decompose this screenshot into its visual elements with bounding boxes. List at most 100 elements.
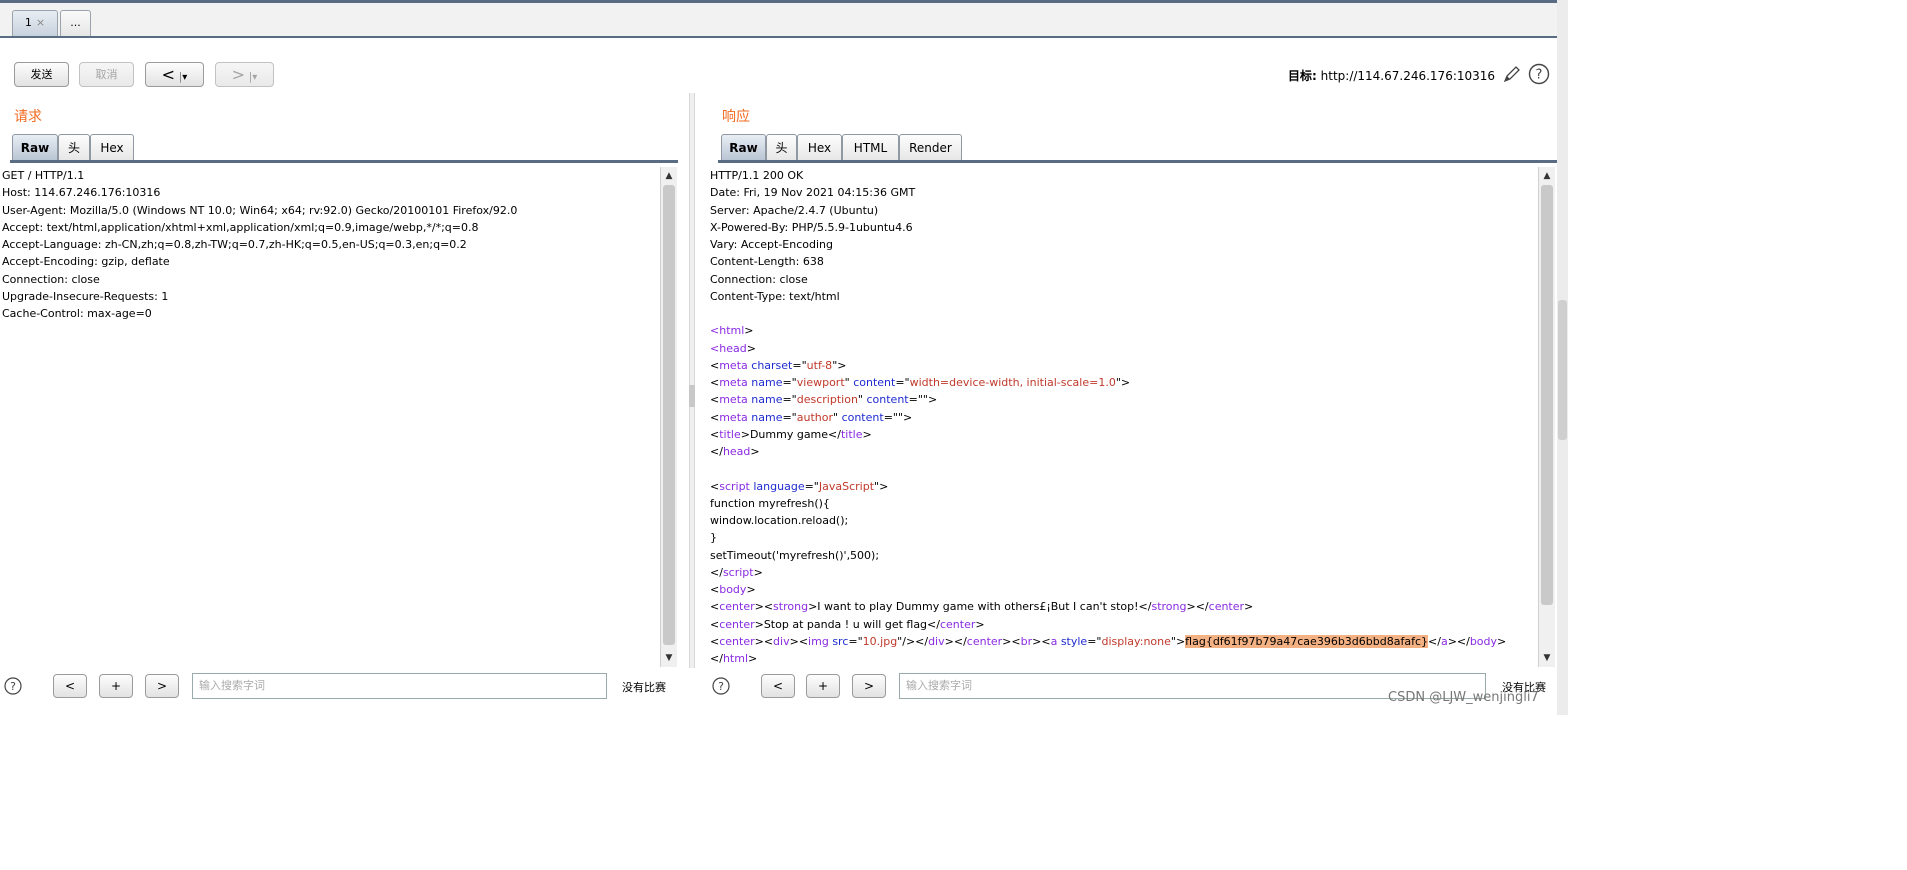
request-editor[interactable]: GET / HTTP/1.1 Host: 114.67.246.176:10316… <box>2 167 658 667</box>
code-token: content <box>841 410 884 424</box>
response-line: <center>Stop at panda ! u will get flag<… <box>710 616 1536 633</box>
code-token: =" <box>782 376 797 389</box>
code-token: content <box>866 393 909 407</box>
code-token: > <box>975 617 985 631</box>
code-token: =" <box>1087 634 1102 648</box>
send-button[interactable]: 发送 <box>14 62 69 87</box>
scroll-thumb[interactable] <box>1541 185 1553 605</box>
code-token: strong <box>1151 600 1187 614</box>
request-scrollbar[interactable]: ▲ ▼ <box>660 167 677 667</box>
svg-text:?: ? <box>10 680 16 693</box>
code-token: script <box>719 479 750 493</box>
tab-hex[interactable]: Hex <box>797 134 842 161</box>
response-line: Server: Apache/2.4.7 (Ubuntu) <box>710 202 1536 219</box>
response-editor[interactable]: HTTP/1.1 200 OK Date: Fri, 19 Nov 2021 04… <box>710 167 1536 667</box>
code-token: div <box>928 634 945 648</box>
tab-hex[interactable]: Hex <box>90 134 134 161</box>
tab-strip-divider <box>0 36 1560 38</box>
highlighted-match: flag{df61f97b79a47cae396b3d6bbd8afafc} <box>1185 634 1428 648</box>
code-token: >I want to play Dummy game with others£¡… <box>808 600 1152 614</box>
code-token: " <box>844 376 854 389</box>
code-token: "> <box>874 479 889 493</box>
code-token: >Stop at panda ! u will get flag</ <box>754 617 940 631</box>
response-line: setTimeout('myrefresh()',500); <box>710 547 1536 564</box>
close-icon[interactable]: × <box>36 16 45 29</box>
code-token: JavaScript <box>818 479 875 493</box>
tab-render[interactable]: Render <box>899 134 962 161</box>
svg-text:?: ? <box>1536 68 1543 83</box>
response-line: <script language="JavaScript"> <box>710 478 1536 495</box>
code-token: br <box>1020 634 1033 648</box>
scroll-up-icon[interactable]: ▲ <box>1539 169 1555 183</box>
code-token: center <box>1208 600 1245 614</box>
help-icon[interactable]: ? <box>4 677 22 695</box>
back-button[interactable]: < |▾ <box>145 62 204 87</box>
code-token: >< <box>1002 634 1021 648</box>
code-token: img <box>808 634 829 648</box>
code-token: Connection: close <box>710 272 808 286</box>
response-line: </head> <box>710 443 1536 460</box>
tab-raw[interactable]: Raw <box>12 134 58 161</box>
code-token: =" <box>792 358 807 372</box>
pencil-icon[interactable] <box>1502 64 1522 84</box>
response-line: <body> <box>710 581 1536 598</box>
forward-button[interactable]: > |▾ <box>215 62 274 87</box>
tab-headers[interactable]: 头 <box>58 134 90 161</box>
response-line: <meta name="viewport" content="width=dev… <box>710 374 1536 391</box>
tab-raw[interactable]: Raw <box>721 134 766 161</box>
code-token: title <box>719 427 741 441</box>
target-label: 目标: <box>1288 69 1317 83</box>
code-token: "> <box>832 358 847 372</box>
code-token: > <box>744 324 754 338</box>
code-token: >Dummy game</ <box>740 427 841 441</box>
pane-splitter[interactable] <box>689 93 695 668</box>
code-token: < <box>710 324 720 338</box>
code-token: function myrefresh(){ <box>710 496 830 510</box>
search-prev-button[interactable]: < <box>761 674 795 698</box>
scroll-down-icon[interactable]: ▼ <box>661 651 677 665</box>
response-line: X-Powered-By: PHP/5.5.9-1ubuntu4.6 <box>710 219 1536 236</box>
request-line: Accept: text/html,application/xhtml+xml,… <box>2 220 479 234</box>
chevron-down-icon: ▾ <box>182 72 188 83</box>
code-token: Content-Length: 638 <box>710 255 824 269</box>
tab-1[interactable]: 1 × <box>12 10 58 36</box>
code-token: "> <box>1115 376 1131 389</box>
code-token: a <box>1440 634 1448 648</box>
code-token: script <box>722 565 754 579</box>
search-add-button[interactable]: + <box>99 674 133 698</box>
response-line: <head> <box>710 340 1536 357</box>
help-icon[interactable]: ? <box>1528 63 1550 85</box>
code-token: < <box>710 617 720 631</box>
code-token: title <box>840 427 863 441</box>
tab-new[interactable]: ... <box>60 10 91 36</box>
code-token: </ <box>710 565 723 579</box>
code-token: setTimeout('myrefresh()',500); <box>710 548 880 562</box>
response-scrollbar[interactable]: ▲ ▼ <box>1538 167 1555 667</box>
code-token: < <box>710 410 720 424</box>
code-token: HTTP/1.1 200 OK <box>710 169 804 182</box>
code-token: > <box>750 445 760 458</box>
code-token: X-Powered-By: PHP/5.5.9-1ubuntu4.6 <box>710 220 913 234</box>
request-tab-divider <box>10 160 678 163</box>
code-token: ></ <box>1186 600 1209 614</box>
tab-headers[interactable]: 头 <box>766 134 797 161</box>
code-token: center <box>719 617 755 631</box>
response-line <box>710 460 1536 477</box>
scroll-down-icon[interactable]: ▼ <box>1539 651 1555 665</box>
splitter-handle[interactable] <box>689 385 695 407</box>
window-scroll-thumb[interactable] <box>1558 300 1567 440</box>
response-line: Content-Length: 638 <box>710 253 1536 270</box>
search-add-button[interactable]: + <box>806 674 840 698</box>
search-input[interactable]: 输入搜索字词 <box>192 673 607 699</box>
cancel-button[interactable]: 取消 <box>79 62 134 87</box>
scroll-up-icon[interactable]: ▲ <box>661 169 677 183</box>
search-next-button[interactable]: > <box>852 674 886 698</box>
search-next-button[interactable]: > <box>145 674 179 698</box>
help-icon[interactable]: ? <box>712 677 730 695</box>
search-prev-button[interactable]: < <box>53 674 87 698</box>
tab-html[interactable]: HTML <box>842 134 899 161</box>
code-token: display:none <box>1101 634 1171 648</box>
scroll-thumb[interactable] <box>663 185 675 645</box>
code-token: head <box>722 445 751 458</box>
code-token: Server: Apache/2.4.7 (Ubuntu) <box>710 203 879 217</box>
